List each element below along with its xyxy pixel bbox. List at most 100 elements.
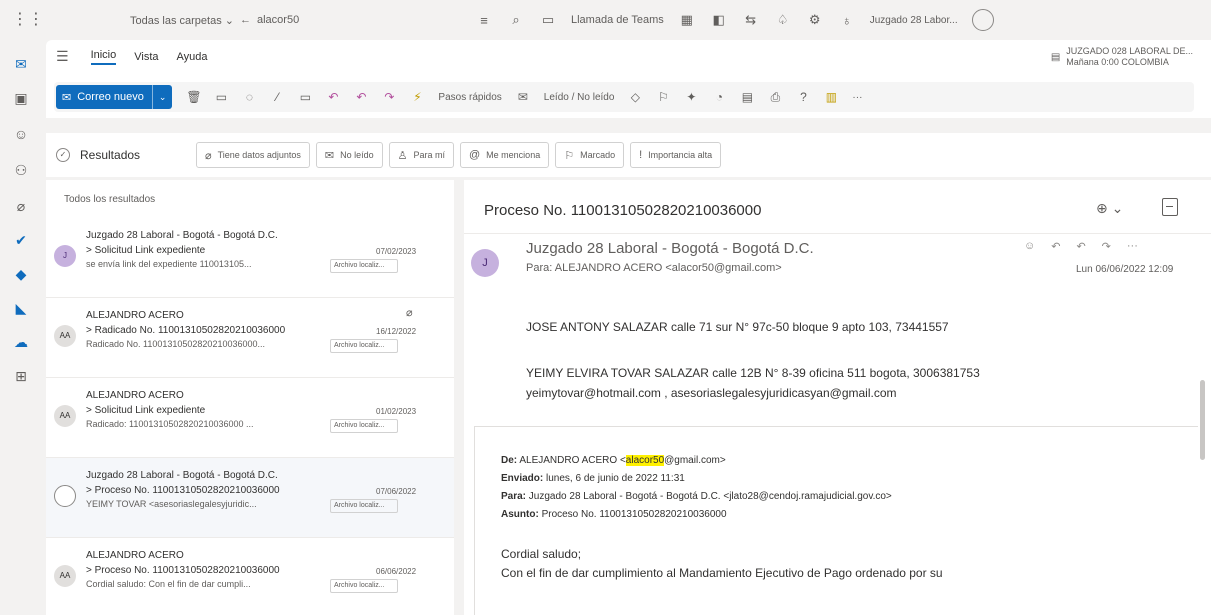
list-item[interactable]: AA ALEJANDRO ACERO > Solicitud Link expe… — [46, 378, 454, 458]
more-options-button[interactable]: ··· — [852, 92, 862, 103]
print-icon[interactable]: ⎙ — [768, 90, 782, 105]
tab-ayuda[interactable]: Ayuda — [177, 51, 208, 63]
quoted-from: De: ALEJANDRO ACERO <alacor50@gmail.com> — [501, 455, 726, 466]
filter-flagged[interactable]: ⚐ Marcado — [555, 142, 625, 168]
apps-icon[interactable]: ▥ — [824, 90, 838, 104]
filter-high-importance[interactable]: ! Importancia alta — [630, 142, 722, 168]
hamburger-icon[interactable]: ☰ — [56, 48, 69, 65]
rules-icon[interactable]: ▤ — [740, 90, 754, 104]
tab-inicio[interactable]: Inicio — [90, 49, 117, 65]
quoted-greeting: Cordial saludo; — [501, 547, 582, 561]
groups-icon[interactable]: ⚇ — [11, 160, 31, 180]
delete-icon[interactable]: 🗑︎ — [186, 90, 201, 104]
item-date: 01/02/2023 — [376, 407, 417, 416]
body-line: JOSE ANTONY SALAZAR calle 71 sur N° 97c-… — [526, 320, 949, 334]
move-icon[interactable]: ▭ — [298, 90, 312, 104]
onenote-icon[interactable]: ◧ — [710, 12, 728, 28]
select-item-radio[interactable] — [54, 485, 76, 507]
attachment-chip[interactable]: Archivo localiz... — [330, 339, 398, 353]
lightbulb-icon[interactable]: ♁ — [838, 13, 856, 28]
avatar: J — [54, 245, 76, 267]
tab-vista[interactable]: Vista — [134, 51, 158, 63]
word-icon[interactable]: ◆ — [11, 264, 31, 284]
report-icon[interactable]: ◌ — [242, 90, 256, 104]
list-item-selected[interactable]: Juzgado 28 Laboral - Bogotá - Bogotá D.C… — [46, 458, 454, 538]
reply-all-icon[interactable]: ↶ — [1076, 240, 1085, 253]
pin-icon[interactable]: ✦ — [684, 90, 698, 104]
snooze-icon[interactable]: ◔ — [712, 90, 726, 104]
filter-to-me[interactable]: ♙ Para mí — [388, 142, 454, 168]
sender-name[interactable]: Juzgado 28 Laboral - Bogotá - Bogotá D.C… — [526, 240, 814, 257]
list-item[interactable]: AA ALEJANDRO ACERO > Proceso No. 1100131… — [46, 538, 454, 615]
item-subject: > Solicitud Link expediente — [86, 245, 206, 256]
search-query[interactable]: alacor50 — [257, 14, 299, 26]
sweep-icon[interactable]: ⁄ — [270, 90, 284, 104]
filter-mentions-me[interactable]: @ Me menciona — [460, 142, 550, 168]
react-icon[interactable]: ☺ — [1024, 240, 1035, 253]
user-avatar[interactable] — [971, 9, 994, 31]
teams-call-label[interactable]: Llamada de Teams — [571, 14, 664, 26]
item-date: 07/02/2023 — [376, 247, 417, 256]
read-unread-button[interactable]: Leído / No leído — [544, 92, 615, 103]
zoom-icon[interactable]: ⊕ ⌄ — [1096, 200, 1123, 217]
todo-icon[interactable]: ✔ — [11, 230, 31, 250]
calendar-rail-icon[interactable]: ▣ — [11, 88, 31, 108]
search-scope-dropdown[interactable]: Todas las carpetas ⌄ — [130, 14, 234, 27]
flag-icon[interactable]: ⚐ — [656, 90, 670, 104]
settings-icon[interactable]: ⚙ — [806, 12, 824, 28]
body-line: yeimytovar@hotmail.com , asesoriaslegale… — [526, 386, 897, 400]
attachment-chip[interactable]: Archivo localiz... — [330, 419, 398, 433]
bell-icon[interactable]: ♤ — [774, 12, 792, 28]
calendar-icon[interactable]: ▦ — [678, 12, 696, 28]
attachment-chip[interactable]: Archivo localiz... — [330, 579, 398, 593]
help-icon[interactable]: ? — [796, 90, 810, 104]
onedrive-icon[interactable]: ☁ — [11, 332, 31, 352]
avatar: AA — [54, 405, 76, 427]
excel-icon[interactable]: ◣ — [11, 298, 31, 318]
more-icon[interactable]: ··· — [1127, 240, 1138, 253]
select-all-checkbox[interactable]: ✓ — [56, 148, 70, 162]
share-icon[interactable]: ⇆ — [742, 12, 760, 28]
forward-icon[interactable]: ↷ — [382, 90, 396, 104]
forward-icon[interactable]: ↷ — [1102, 240, 1111, 253]
attachment-chip[interactable]: Archivo localiz... — [330, 499, 398, 513]
sender-avatar[interactable]: J — [471, 249, 499, 277]
reply-icon[interactable]: ↶ — [326, 90, 340, 104]
chevron-down-icon[interactable]: ⌄ — [151, 85, 173, 109]
attachment-rail-icon[interactable]: ⌀ — [11, 196, 31, 216]
quick-steps-button[interactable]: Pasos rápidos — [438, 92, 501, 103]
list-item[interactable]: J Juzgado 28 Laboral - Bogotá - Bogotá D… — [46, 218, 454, 298]
people-icon[interactable]: ☺ — [11, 124, 31, 144]
item-sender: ALEJANDRO ACERO — [86, 310, 184, 321]
reply-all-icon[interactable]: ↶ — [354, 90, 368, 104]
org-info: ▤ JUZGADO 028 LABORAL DE... Mañana 0:00 … — [1051, 46, 1193, 68]
mail-icon[interactable]: ✉ — [11, 54, 31, 74]
user-name[interactable]: Juzgado 28 Labor... — [870, 15, 958, 26]
attachment-chip[interactable]: Archivo localiz... — [330, 259, 398, 273]
quick-steps-icon[interactable]: ⚡ — [410, 90, 424, 104]
teams-icon[interactable]: ▭ — [539, 12, 557, 28]
search-box[interactable]: Todas las carpetas ⌄ ← alacor50 — [130, 7, 490, 33]
list-item[interactable]: AA ALEJANDRO ACERO ⌀ > Radicado No. 1100… — [46, 298, 454, 378]
exclamation-icon: ! — [639, 149, 643, 161]
new-mail-button[interactable]: ✉ Correo nuevo ⌄ — [56, 85, 173, 109]
popout-icon[interactable] — [1162, 198, 1178, 216]
search-icon[interactable]: ⌕ — [507, 12, 525, 28]
app-launcher-icon[interactable]: ⋮⋮ — [12, 11, 44, 29]
filter-unread[interactable]: ✉ No leído — [315, 142, 383, 168]
reading-scrollbar[interactable] — [1200, 380, 1205, 460]
back-arrow-icon[interactable]: ← — [240, 14, 251, 26]
item-preview: YEIMY TOVAR <asesoriaslegalesyjuridic... — [86, 499, 257, 509]
filter-has-attachments[interactable]: ⌀ Tiene datos adjuntos — [196, 142, 310, 168]
title-bar: ⋮⋮ Todas las carpetas ⌄ ← alacor50 ≡ ⌕ ▭… — [0, 0, 1211, 40]
results-label: Resultados — [80, 148, 141, 162]
reply-icon[interactable]: ↶ — [1051, 240, 1060, 253]
item-date: 06/06/2022 — [376, 567, 417, 576]
org-icon: ▤ — [1050, 52, 1061, 63]
tag-icon[interactable]: ◇ — [628, 90, 642, 104]
more-apps-icon[interactable]: ⊞ — [11, 366, 31, 386]
message-date: Lun 06/06/2022 12:09 — [1076, 264, 1174, 275]
archive-icon[interactable]: ▭ — [214, 90, 228, 104]
read-unread-icon[interactable]: ✉ — [516, 90, 530, 104]
filter-icon[interactable]: ≡ — [475, 13, 493, 28]
